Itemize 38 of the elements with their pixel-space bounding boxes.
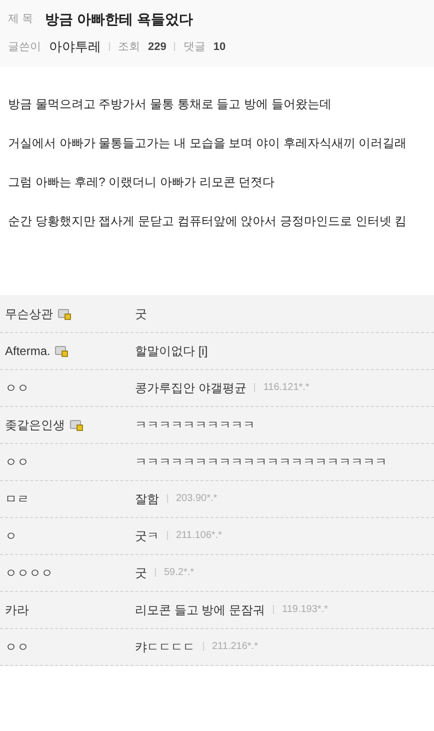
comment-text: ㅋㅋㅋㅋㅋㅋㅋㅋㅋㅋ (135, 416, 255, 434)
comment-text: 콩가루집안 야갤평균 (135, 380, 246, 396)
post-paragraph: 방금 물먹으려고 주방가서 물통 통채로 들고 방에 들어왔는데 (8, 96, 332, 112)
comments-label: 댓글 (183, 40, 206, 54)
comment-nickname[interactable]: ㅇㅇ (5, 452, 29, 470)
comment-text: ㅋㅋㅋㅋㅋㅋㅋㅋㅋㅋㅋㅋㅋㅋㅋㅋㅋㅋㅋㅋㅋ (135, 454, 387, 470)
comment-nickname[interactable]: Afterma. (5, 342, 50, 360)
comment-nickname[interactable]: 무슨상관 (5, 304, 53, 322)
comment-nickname[interactable]: ㅇㅇ (5, 378, 29, 396)
views-count: 229 (148, 40, 166, 54)
post-paragraph: 그럼 아빠는 후레? 이랬더니 아빠가 리모콘 던졋다 (8, 174, 276, 190)
comment-nickname[interactable]: ㅇ (5, 526, 17, 544)
comments-count: 10 (213, 40, 226, 54)
comment-ip: 116.121*.* (263, 381, 310, 395)
comment-text: 굿 (135, 306, 147, 322)
comment-nickname[interactable]: 좆같은인생 (5, 416, 65, 434)
comment-text: 잘함 (135, 490, 159, 508)
comment-text: 할말이없다 [i] (135, 342, 208, 360)
post-paragraph: 순간 당황했지만 잽사게 문닫고 컴퓨터앞에 앉아서 긍정마인드로 인터넷 킴 (8, 212, 408, 230)
comment-ip: 211.216*.* (212, 640, 258, 654)
post-paragraph: 거실에서 아빠가 물통들고가는 내 모습을 보며 야이 후레자식새끼 이러길래 (8, 134, 408, 152)
comment-text: 굿 (135, 564, 147, 582)
comment-ip: 211.106*.* (176, 529, 222, 543)
comment-text: 캬ㄷㄷㄷㄷ (135, 638, 195, 656)
comment-nickname[interactable]: ㅇㅇㅇㅇ (5, 564, 53, 582)
comment-ip: 119.193*.* (282, 603, 328, 617)
author-name[interactable]: 아야투레 (49, 37, 101, 56)
comment-nickname[interactable]: ㅁㄹ (5, 490, 29, 508)
comment-nickname[interactable]: 카라 (5, 600, 29, 618)
comment-text: 굿ㅋ (135, 528, 159, 544)
comment-text: 리모콘 들고 방에 문잠궈 (135, 602, 266, 618)
views-label: 조회 (118, 40, 140, 54)
post-title: 방금 아빠한테 욕들었다 (45, 10, 193, 29)
title-label: 제 목 (8, 12, 34, 28)
comment-ip: 59.2*.* (164, 566, 194, 580)
comment-nickname[interactable]: ㅇㅇ (5, 638, 29, 656)
author-label: 글쓴이 (8, 40, 41, 54)
comment-ip: 203.90*.* (176, 492, 218, 506)
